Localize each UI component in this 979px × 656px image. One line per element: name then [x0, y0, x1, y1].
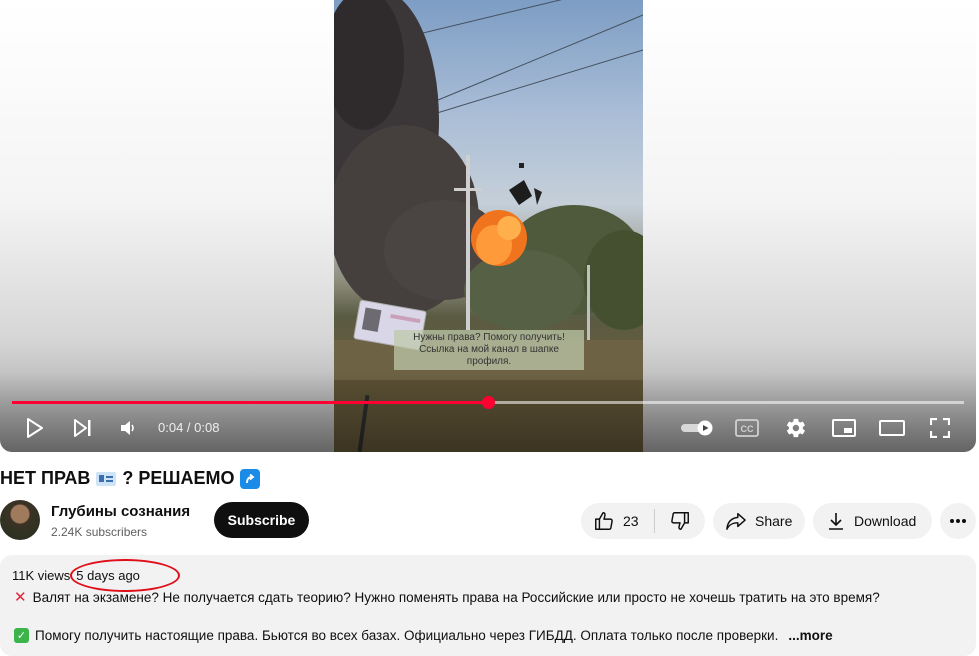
fullscreen-icon — [930, 418, 950, 438]
progress-played — [12, 401, 488, 404]
thumbs-down-icon — [671, 512, 689, 530]
dislike-button[interactable] — [655, 503, 705, 539]
video-meta: 11K views 5 days ago — [12, 568, 140, 583]
channel-avatar[interactable] — [0, 500, 40, 540]
miniplayer-icon — [832, 419, 856, 437]
play-button[interactable] — [22, 414, 48, 442]
subscriber-count: 2.24K subscribers — [51, 525, 148, 539]
next-button[interactable] — [70, 414, 96, 442]
title-text-part1: НЕТ ПРАВ — [0, 468, 91, 488]
video-frame[interactable]: Нужны права? Помогу получить! Ссылка на … — [334, 0, 643, 452]
upload-age: 5 days ago — [76, 568, 140, 583]
video-title: НЕТ ПРАВ ? РЕШАЕМО — [0, 468, 261, 489]
theater-mode-button[interactable] — [878, 414, 906, 442]
thumbs-up-icon — [595, 512, 613, 530]
like-dislike-group: 23 — [581, 503, 705, 539]
overlay-line-2: Ссылка на мой канал в шапке профиля. — [419, 344, 559, 367]
like-count: 23 — [623, 513, 639, 529]
video-overlay-text: Нужны права? Помогу получить! Ссылка на … — [394, 330, 584, 370]
download-icon — [829, 513, 843, 530]
captions-icon: CC — [735, 419, 759, 437]
next-icon — [74, 419, 91, 437]
autoplay-toggle-icon — [681, 420, 713, 436]
description-line-2-text: Помогу получить настоящие права. Бьются … — [35, 628, 779, 643]
overlay-line-1: Нужны права? Помогу получить! — [413, 332, 565, 343]
more-actions-button[interactable] — [940, 503, 976, 539]
subscribe-button[interactable]: Subscribe — [214, 502, 309, 538]
fullscreen-button[interactable] — [928, 414, 952, 442]
volume-button[interactable] — [116, 414, 140, 442]
download-label: Download — [854, 513, 917, 529]
cross-mark-icon: ✕ — [14, 589, 27, 606]
video-player[interactable]: Нужны права? Помогу получить! Ссылка на … — [0, 0, 976, 452]
arrow-up-icon — [240, 468, 261, 489]
id-card-icon — [96, 471, 117, 486]
description-line-2: ✓ Помогу получить настоящие права. Бьютс… — [14, 628, 833, 643]
time-display: 0:04 / 0:08 — [158, 420, 220, 435]
share-label: Share — [755, 513, 793, 529]
download-button[interactable]: Download — [813, 503, 932, 539]
svg-text:CC: CC — [741, 424, 754, 434]
video-scene — [334, 0, 643, 452]
play-icon — [27, 418, 43, 438]
title-text-part2: ? РЕШАЕМО — [122, 468, 235, 488]
check-mark-icon: ✓ — [14, 628, 29, 643]
settings-button[interactable] — [784, 414, 808, 442]
captions-button[interactable]: CC — [734, 414, 760, 442]
view-count: 11K views — [12, 568, 71, 583]
description-line-1: ✕ Валят на экзамене? Не получается сдать… — [14, 588, 880, 606]
settings-icon — [786, 418, 805, 438]
progress-bar[interactable] — [12, 396, 964, 409]
volume-icon — [121, 421, 134, 435]
like-button[interactable]: 23 — [581, 503, 654, 539]
description-line-1-text: Валят на экзамене? Не получается сдать т… — [32, 589, 880, 605]
autoplay-toggle[interactable] — [679, 414, 715, 442]
miniplayer-button[interactable] — [830, 414, 858, 442]
show-more-link[interactable]: ...more — [788, 628, 832, 643]
channel-name[interactable]: Глубины сознания — [51, 503, 190, 520]
share-button[interactable]: Share — [713, 503, 805, 539]
scrubber-handle[interactable] — [482, 396, 495, 409]
more-horizontal-icon — [950, 519, 966, 523]
share-icon — [726, 513, 746, 530]
theater-icon — [879, 420, 905, 436]
